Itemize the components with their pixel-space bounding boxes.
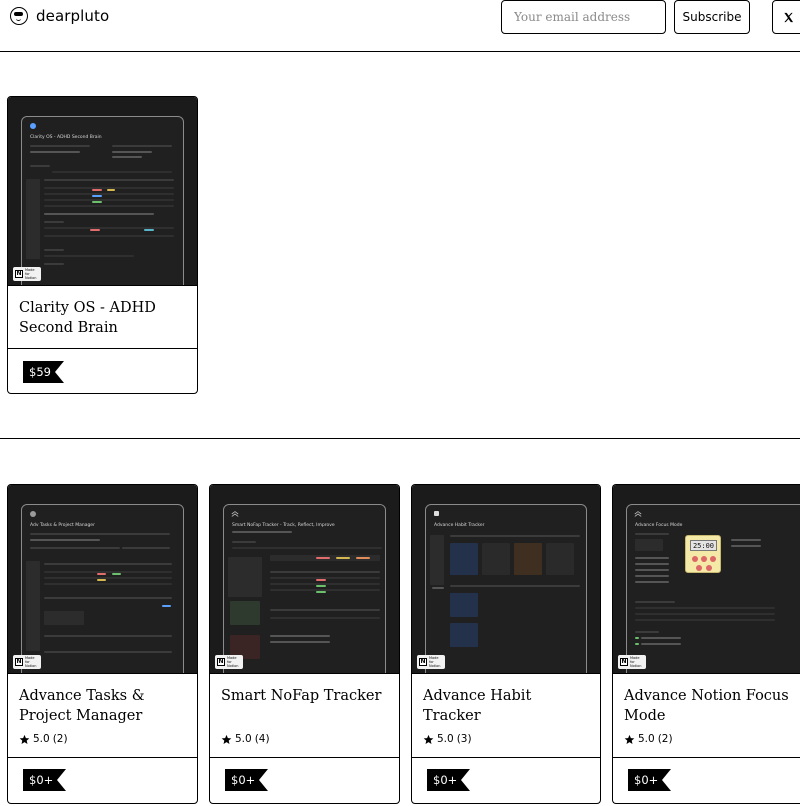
rating: 5.0 (2) xyxy=(624,733,673,745)
star-icon xyxy=(19,734,30,744)
card-divider xyxy=(8,757,197,758)
product-card[interactable]: Adv Tasks & Project Manager N Made for N… xyxy=(7,484,198,804)
star-icon xyxy=(221,734,232,744)
card-divider xyxy=(613,757,800,758)
price-value: $0+ xyxy=(23,769,58,791)
price-tag: $0+ xyxy=(23,769,67,791)
brand[interactable]: dearpluto xyxy=(10,7,109,25)
card-divider xyxy=(8,348,197,349)
notion-logo-icon: N xyxy=(217,658,225,666)
thumb-title: Clarity OS - ADHD Second Brain xyxy=(30,135,102,140)
card-divider xyxy=(210,757,399,758)
notion-logo-icon: N xyxy=(15,270,23,278)
product-card[interactable]: Advance Habit Tracker N Made for Notion … xyxy=(411,484,601,804)
product-title[interactable]: Smart NoFap Tracker xyxy=(221,687,391,707)
product-thumbnail: Adv Tasks & Project Manager N Made for N… xyxy=(8,485,197,674)
product-card[interactable]: Advance Focus Mode 25:00 N Made for Noti… xyxy=(612,484,800,804)
thumb-title: Smart NoFap Tracker - Track, Reflect, Im… xyxy=(232,523,335,528)
product-title[interactable]: Advance Notion Focus Mode xyxy=(624,687,792,726)
price-value: $0+ xyxy=(225,769,260,791)
notion-preview: Smart NoFap Tracker - Track, Reflect, Im… xyxy=(223,504,386,673)
product-thumbnail: Smart NoFap Tracker - Track, Reflect, Im… xyxy=(210,485,399,674)
star-icon xyxy=(624,734,635,744)
thumb-title: Advance Focus Mode xyxy=(635,523,683,528)
rating-value: 5.0 xyxy=(437,733,454,745)
made-for-notion-badge: N Made for Notion xyxy=(13,655,41,669)
made-for-notion-badge: N Made for Notion xyxy=(417,655,445,669)
star-icon xyxy=(423,734,434,744)
x-logo-icon xyxy=(784,12,794,22)
notion-logo-icon: N xyxy=(15,658,23,666)
product-title[interactable]: Advance Habit Tracker xyxy=(423,687,592,726)
notion-preview: Advance Focus Mode 25:00 xyxy=(626,504,800,673)
notion-logo-icon: N xyxy=(419,658,427,666)
product-card[interactable]: Smart NoFap Tracker - Track, Reflect, Im… xyxy=(209,484,400,804)
rating: 5.0 (4) xyxy=(221,733,270,745)
page-icon xyxy=(30,123,36,129)
price-tag: $59 xyxy=(23,361,64,383)
section-divider xyxy=(0,438,800,439)
page-icon xyxy=(30,511,36,517)
price-value: $59 xyxy=(23,361,55,383)
timer-display: 25:00 xyxy=(690,540,717,551)
thumb-title: Adv Tasks & Project Manager xyxy=(30,523,95,528)
made-for-notion-badge: N Made for Notion xyxy=(13,267,41,281)
review-count: (2) xyxy=(657,733,673,745)
calendar-icon xyxy=(434,511,439,516)
product-title[interactable]: Clarity OS - ADHD Second Brain xyxy=(19,299,189,338)
brand-name: dearpluto xyxy=(36,7,110,25)
thumb-title: Advance Habit Tracker xyxy=(434,523,485,528)
brand-logo-icon xyxy=(10,7,28,25)
x-social-button[interactable] xyxy=(772,0,800,34)
review-count: (4) xyxy=(254,733,270,745)
made-for-notion-badge: N Made for Notion xyxy=(215,655,243,669)
made-for-notion-badge: N Made for Notion xyxy=(618,655,646,669)
email-input[interactable] xyxy=(501,0,666,34)
product-thumbnail: Clarity OS - ADHD Second Brain N Made fo… xyxy=(8,97,197,286)
review-count: (3) xyxy=(456,733,472,745)
notion-preview: Clarity OS - ADHD Second Brain xyxy=(21,116,184,285)
price-tag: $0+ xyxy=(628,769,672,791)
rating: 5.0 (2) xyxy=(19,733,68,745)
chevrons-up-icon xyxy=(634,511,642,517)
price-value: $0+ xyxy=(427,769,462,791)
product-thumbnail: Advance Habit Tracker N Made for Notion xyxy=(412,485,600,674)
price-value: $0+ xyxy=(628,769,663,791)
rating-value: 5.0 xyxy=(33,733,50,745)
notion-logo-icon: N xyxy=(620,658,628,666)
pomodoro-timer: 25:00 xyxy=(685,535,721,573)
rating-value: 5.0 xyxy=(638,733,655,745)
card-divider xyxy=(412,757,600,758)
notion-preview: Advance Habit Tracker xyxy=(425,504,587,673)
product-card[interactable]: Clarity OS - ADHD Second Brain N Made fo… xyxy=(7,96,198,394)
review-count: (2) xyxy=(52,733,68,745)
rating-value: 5.0 xyxy=(235,733,252,745)
site-header: dearpluto Subscribe xyxy=(0,0,800,52)
price-tag: $0+ xyxy=(427,769,471,791)
chevrons-up-icon xyxy=(231,511,239,517)
subscribe-button[interactable]: Subscribe xyxy=(674,0,750,34)
notion-preview: Adv Tasks & Project Manager xyxy=(21,504,184,673)
product-thumbnail: Advance Focus Mode 25:00 N Made for Noti… xyxy=(613,485,800,674)
price-tag: $0+ xyxy=(225,769,269,791)
product-title[interactable]: Advance Tasks & Project Manager xyxy=(19,687,189,726)
rating: 5.0 (3) xyxy=(423,733,472,745)
